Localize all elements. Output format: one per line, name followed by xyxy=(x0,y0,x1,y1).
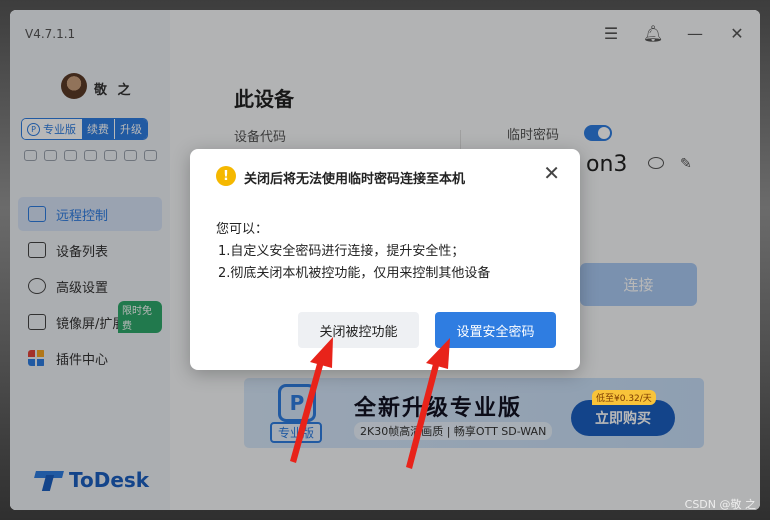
disable-control-button[interactable]: 关闭被控功能 xyxy=(298,312,419,348)
dialog-body: 您可以： 1.自定义安全密码进行连接，提升安全性； 2.彻底关闭本机被控功能，仅… xyxy=(216,219,490,285)
set-security-password-button[interactable]: 设置安全密码 xyxy=(435,312,556,348)
warning-icon: ! xyxy=(216,166,236,186)
confirm-dialog: ! 关闭后将无法使用临时密码连接至本机 ✕ 您可以： 1.自定义安全密码进行连接… xyxy=(190,149,580,370)
dialog-title: 关闭后将无法使用临时密码连接至本机 xyxy=(244,172,466,187)
dialog-close-icon[interactable]: ✕ xyxy=(543,163,560,183)
dialog-intro: 您可以： xyxy=(216,222,269,237)
price-badge: 低至¥0.32/天 xyxy=(592,390,656,405)
watermark: CSDN @敬 之 xyxy=(684,498,756,511)
dialog-option-1: 1.自定义安全密码进行连接，提升安全性； xyxy=(218,244,465,259)
dialog-option-2: 2.彻底关闭本机被控功能，仅用来控制其他设备 xyxy=(218,266,491,281)
